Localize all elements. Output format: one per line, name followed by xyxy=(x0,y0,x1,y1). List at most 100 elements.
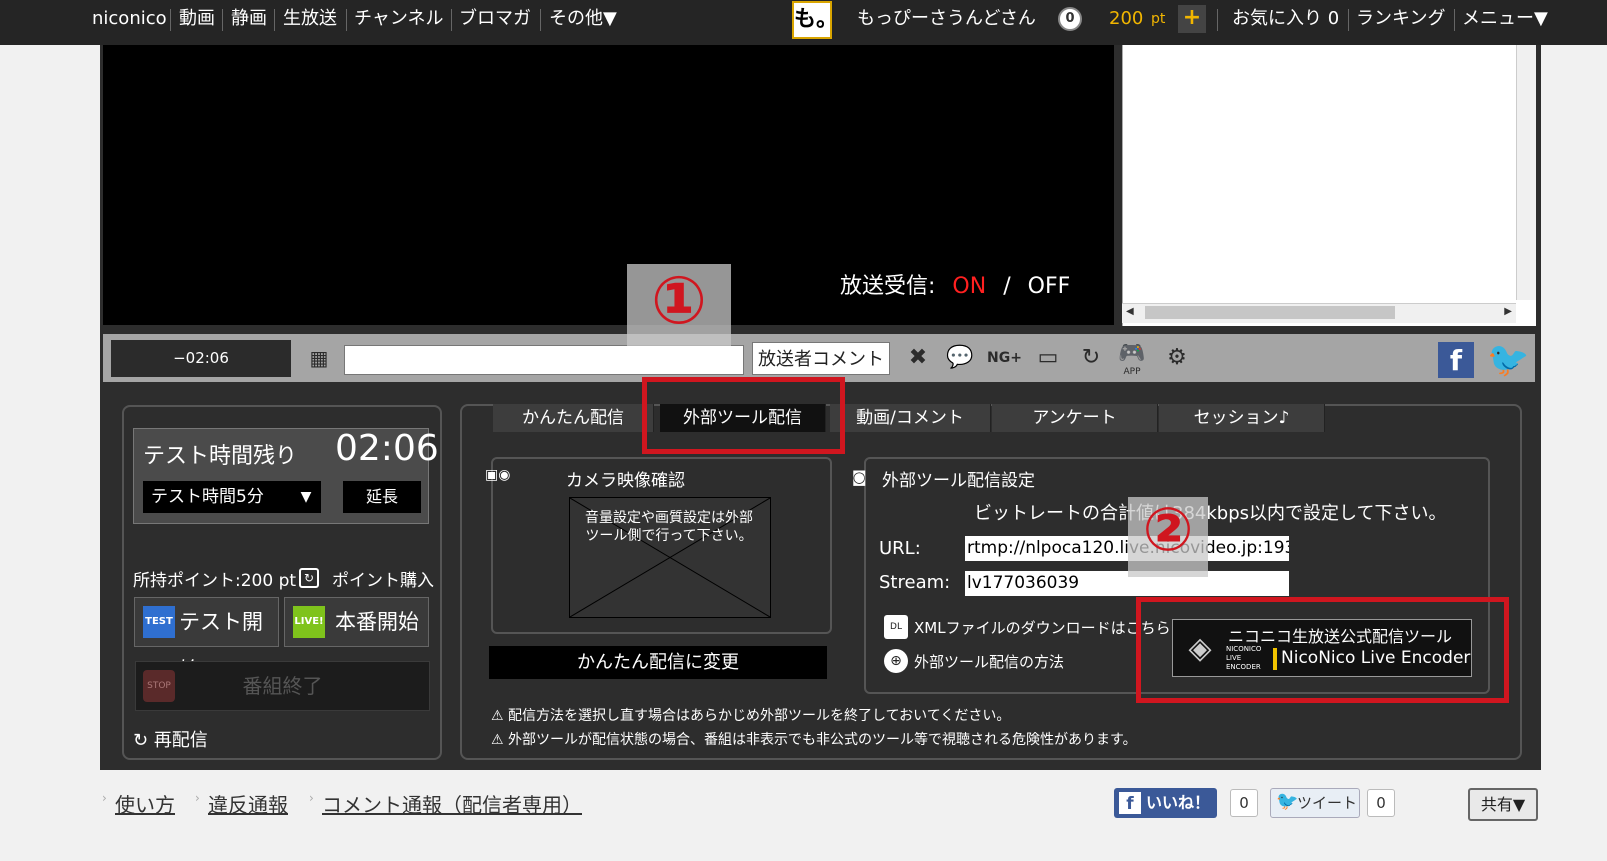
stream-key-field[interactable]: lv177036039 xyxy=(965,571,1289,596)
nav-menu[interactable]: メニュー▼ xyxy=(1462,0,1548,45)
reload-icon: ↻ xyxy=(133,730,154,751)
tab-session[interactable]: セッション♪ xyxy=(1159,404,1325,432)
test-start-button[interactable]: TEST テスト開始 xyxy=(134,597,279,682)
xml-download-link[interactable]: XMLファイルのダウンロードはこちら xyxy=(914,617,1171,638)
user-avatar[interactable]: も。 xyxy=(792,1,838,39)
app-label: APP xyxy=(1123,367,1141,377)
external-howto-link[interactable]: 外部ツール配信の方法 xyxy=(914,651,1064,672)
warning-icon: ⚠ xyxy=(491,708,509,724)
add-points-button[interactable]: + xyxy=(1178,5,1206,33)
reload-icon[interactable]: ↻ xyxy=(1076,343,1106,373)
warning-icon: ⚠ xyxy=(491,732,509,748)
bitrate-note: ビットレートの合計値は384kbps以内で設定して下さい。 xyxy=(974,503,1447,524)
points-unit: pt xyxy=(1151,11,1166,27)
buy-points-link[interactable]: ポイント購入 xyxy=(332,566,434,591)
like-count: 0 xyxy=(1230,789,1258,817)
share-button[interactable]: 共有▼ xyxy=(1468,788,1538,821)
nav-item-live[interactable]: 生放送 xyxy=(283,0,337,45)
comment-bubble-icon[interactable]: 💬 xyxy=(944,343,976,373)
top-navigation-bar: niconico 動画 静画 生放送 チャンネル ブロマガ その他▼ も。 もっ… xyxy=(0,0,1607,45)
twitter-bird-icon: 🐦 xyxy=(1276,791,1299,812)
remaining-time-display: −02:06 xyxy=(111,340,291,377)
annotation-step-1: ① xyxy=(651,262,707,339)
footer-link-howto[interactable]: 使い方 xyxy=(115,789,175,818)
test-time-label: テスト時間残り xyxy=(143,444,298,469)
stream-label: Stream: xyxy=(879,572,951,593)
nav-divider xyxy=(170,9,171,31)
chevron-down-icon[interactable]: ▼ xyxy=(291,481,321,513)
owned-points-label: 所持ポイント:200 pt xyxy=(133,571,297,591)
reception-on-option[interactable]: ON xyxy=(952,274,986,299)
tweet-count: 0 xyxy=(1367,789,1395,817)
nav-item-others[interactable]: その他▼ xyxy=(549,0,617,45)
nav-item-blomaga[interactable]: ブロマガ xyxy=(459,0,531,45)
nav-divider xyxy=(451,9,452,31)
broadcaster-comment-button[interactable]: 放送者コメント xyxy=(752,342,890,375)
help-lifebuoy-icon[interactable]: ⊕ xyxy=(884,649,908,673)
url-field[interactable]: rtmp://nlpoca120.live.nicovideo.jp:1935 xyxy=(965,536,1289,561)
nav-item-seiga[interactable]: 静画 xyxy=(231,0,267,45)
nav-divider xyxy=(346,9,347,31)
nav-item-video[interactable]: 動画 xyxy=(179,0,215,45)
reception-toggle: 放送受信: ON / OFF xyxy=(840,268,1070,300)
nav-divider xyxy=(274,9,275,31)
live-start-label: 本番開始 xyxy=(335,610,419,634)
twitter-icon[interactable]: 🐦 xyxy=(1487,340,1529,380)
reception-label: 放送受信: xyxy=(840,274,936,299)
footer-bullet: › xyxy=(309,791,314,805)
footer-bullet: › xyxy=(102,791,107,805)
camera-icon: ▣◉ xyxy=(485,467,511,483)
comment-list-panel[interactable] xyxy=(1122,45,1536,326)
settings-gears-icon[interactable]: ⚙ xyxy=(1160,343,1194,373)
comment-panel-vertical-scrollbar[interactable] xyxy=(1516,45,1536,300)
facebook-icon[interactable]: f xyxy=(1438,342,1474,378)
annotation-step-2: ② xyxy=(1142,495,1194,565)
reception-separator: / xyxy=(1003,274,1011,299)
scroll-left-arrow-icon[interactable]: ◀ xyxy=(1126,306,1134,317)
external-settings-title: 外部ツール配信設定 xyxy=(882,471,1035,491)
live-icon: LIVE! xyxy=(293,606,325,638)
extend-button[interactable]: 延長 xyxy=(343,481,421,513)
url-label: URL: xyxy=(879,538,921,559)
footer-link-violation-report[interactable]: 違反通報 xyxy=(208,789,288,818)
switch-to-simple-button[interactable]: かんたん配信に変更 xyxy=(489,646,827,679)
nav-divider xyxy=(1348,9,1349,31)
camera-panel-title: カメラ映像確認 xyxy=(566,471,685,491)
scroll-right-arrow-icon[interactable]: ▶ xyxy=(1504,306,1512,317)
username[interactable]: もっぴーさうんどさん xyxy=(857,0,1036,45)
download-icon[interactable]: DL xyxy=(884,615,908,639)
comment-input[interactable] xyxy=(344,345,744,375)
nav-favorites[interactable]: お気に入り 0 xyxy=(1232,0,1339,45)
footer-link-comment-report[interactable]: コメント通報（配信者専用） xyxy=(322,789,582,818)
gamepad-app-icon[interactable]: 🎮 APP xyxy=(1117,341,1147,377)
scrollbar-thumb[interactable] xyxy=(1145,306,1395,319)
tab-survey[interactable]: アンケート xyxy=(992,404,1158,432)
nav-ranking[interactable]: ランキング xyxy=(1356,0,1445,45)
end-program-button[interactable]: 番組終了 xyxy=(135,661,430,711)
test-icon: TEST xyxy=(143,606,175,638)
camera-settings-icon: ◙ xyxy=(852,468,867,486)
nav-divider xyxy=(222,9,223,31)
nav-item-channel[interactable]: チャンネル xyxy=(354,0,443,45)
nav-divider xyxy=(1217,9,1218,31)
annotation-box-external-tab xyxy=(642,377,845,454)
rebroadcast-link[interactable]: ↻ 再配信 xyxy=(133,726,208,752)
nav-divider xyxy=(540,9,541,31)
screen-icon[interactable]: ▭ xyxy=(1031,343,1065,373)
warning-line-1: ⚠ 配信方法を選択し直す場合はあらかじめ外部ツールを終了しておいてください。 xyxy=(491,705,1010,725)
keyboard-icon[interactable]: ▦ xyxy=(303,343,335,373)
buy-points-icon[interactable]: ↻ xyxy=(299,568,319,588)
reception-off-option[interactable]: OFF xyxy=(1028,274,1071,299)
nav-divider xyxy=(1454,9,1455,31)
coin-count-badge: 0 xyxy=(1058,7,1082,31)
close-x-icon[interactable]: ✖ xyxy=(903,343,933,373)
camera-message: 音量設定や画質設定は外部ツール側で行って下さい。 xyxy=(585,510,753,544)
warning-text: 配信方法を選択し直す場合はあらかじめ外部ツールを終了しておいてください。 xyxy=(508,708,1011,724)
tab-simple-broadcast[interactable]: かんたん配信 xyxy=(493,404,654,432)
live-start-button[interactable]: LIVE! 本番開始 xyxy=(284,597,429,647)
tab-video-comment[interactable]: 動画/コメント xyxy=(830,404,991,432)
ng-add-icon[interactable]: NG+ xyxy=(987,343,1022,373)
facebook-icon: f xyxy=(1119,792,1141,814)
test-time-value: 02:06 xyxy=(335,428,439,469)
nav-brand-niconico[interactable]: niconico xyxy=(92,0,167,45)
